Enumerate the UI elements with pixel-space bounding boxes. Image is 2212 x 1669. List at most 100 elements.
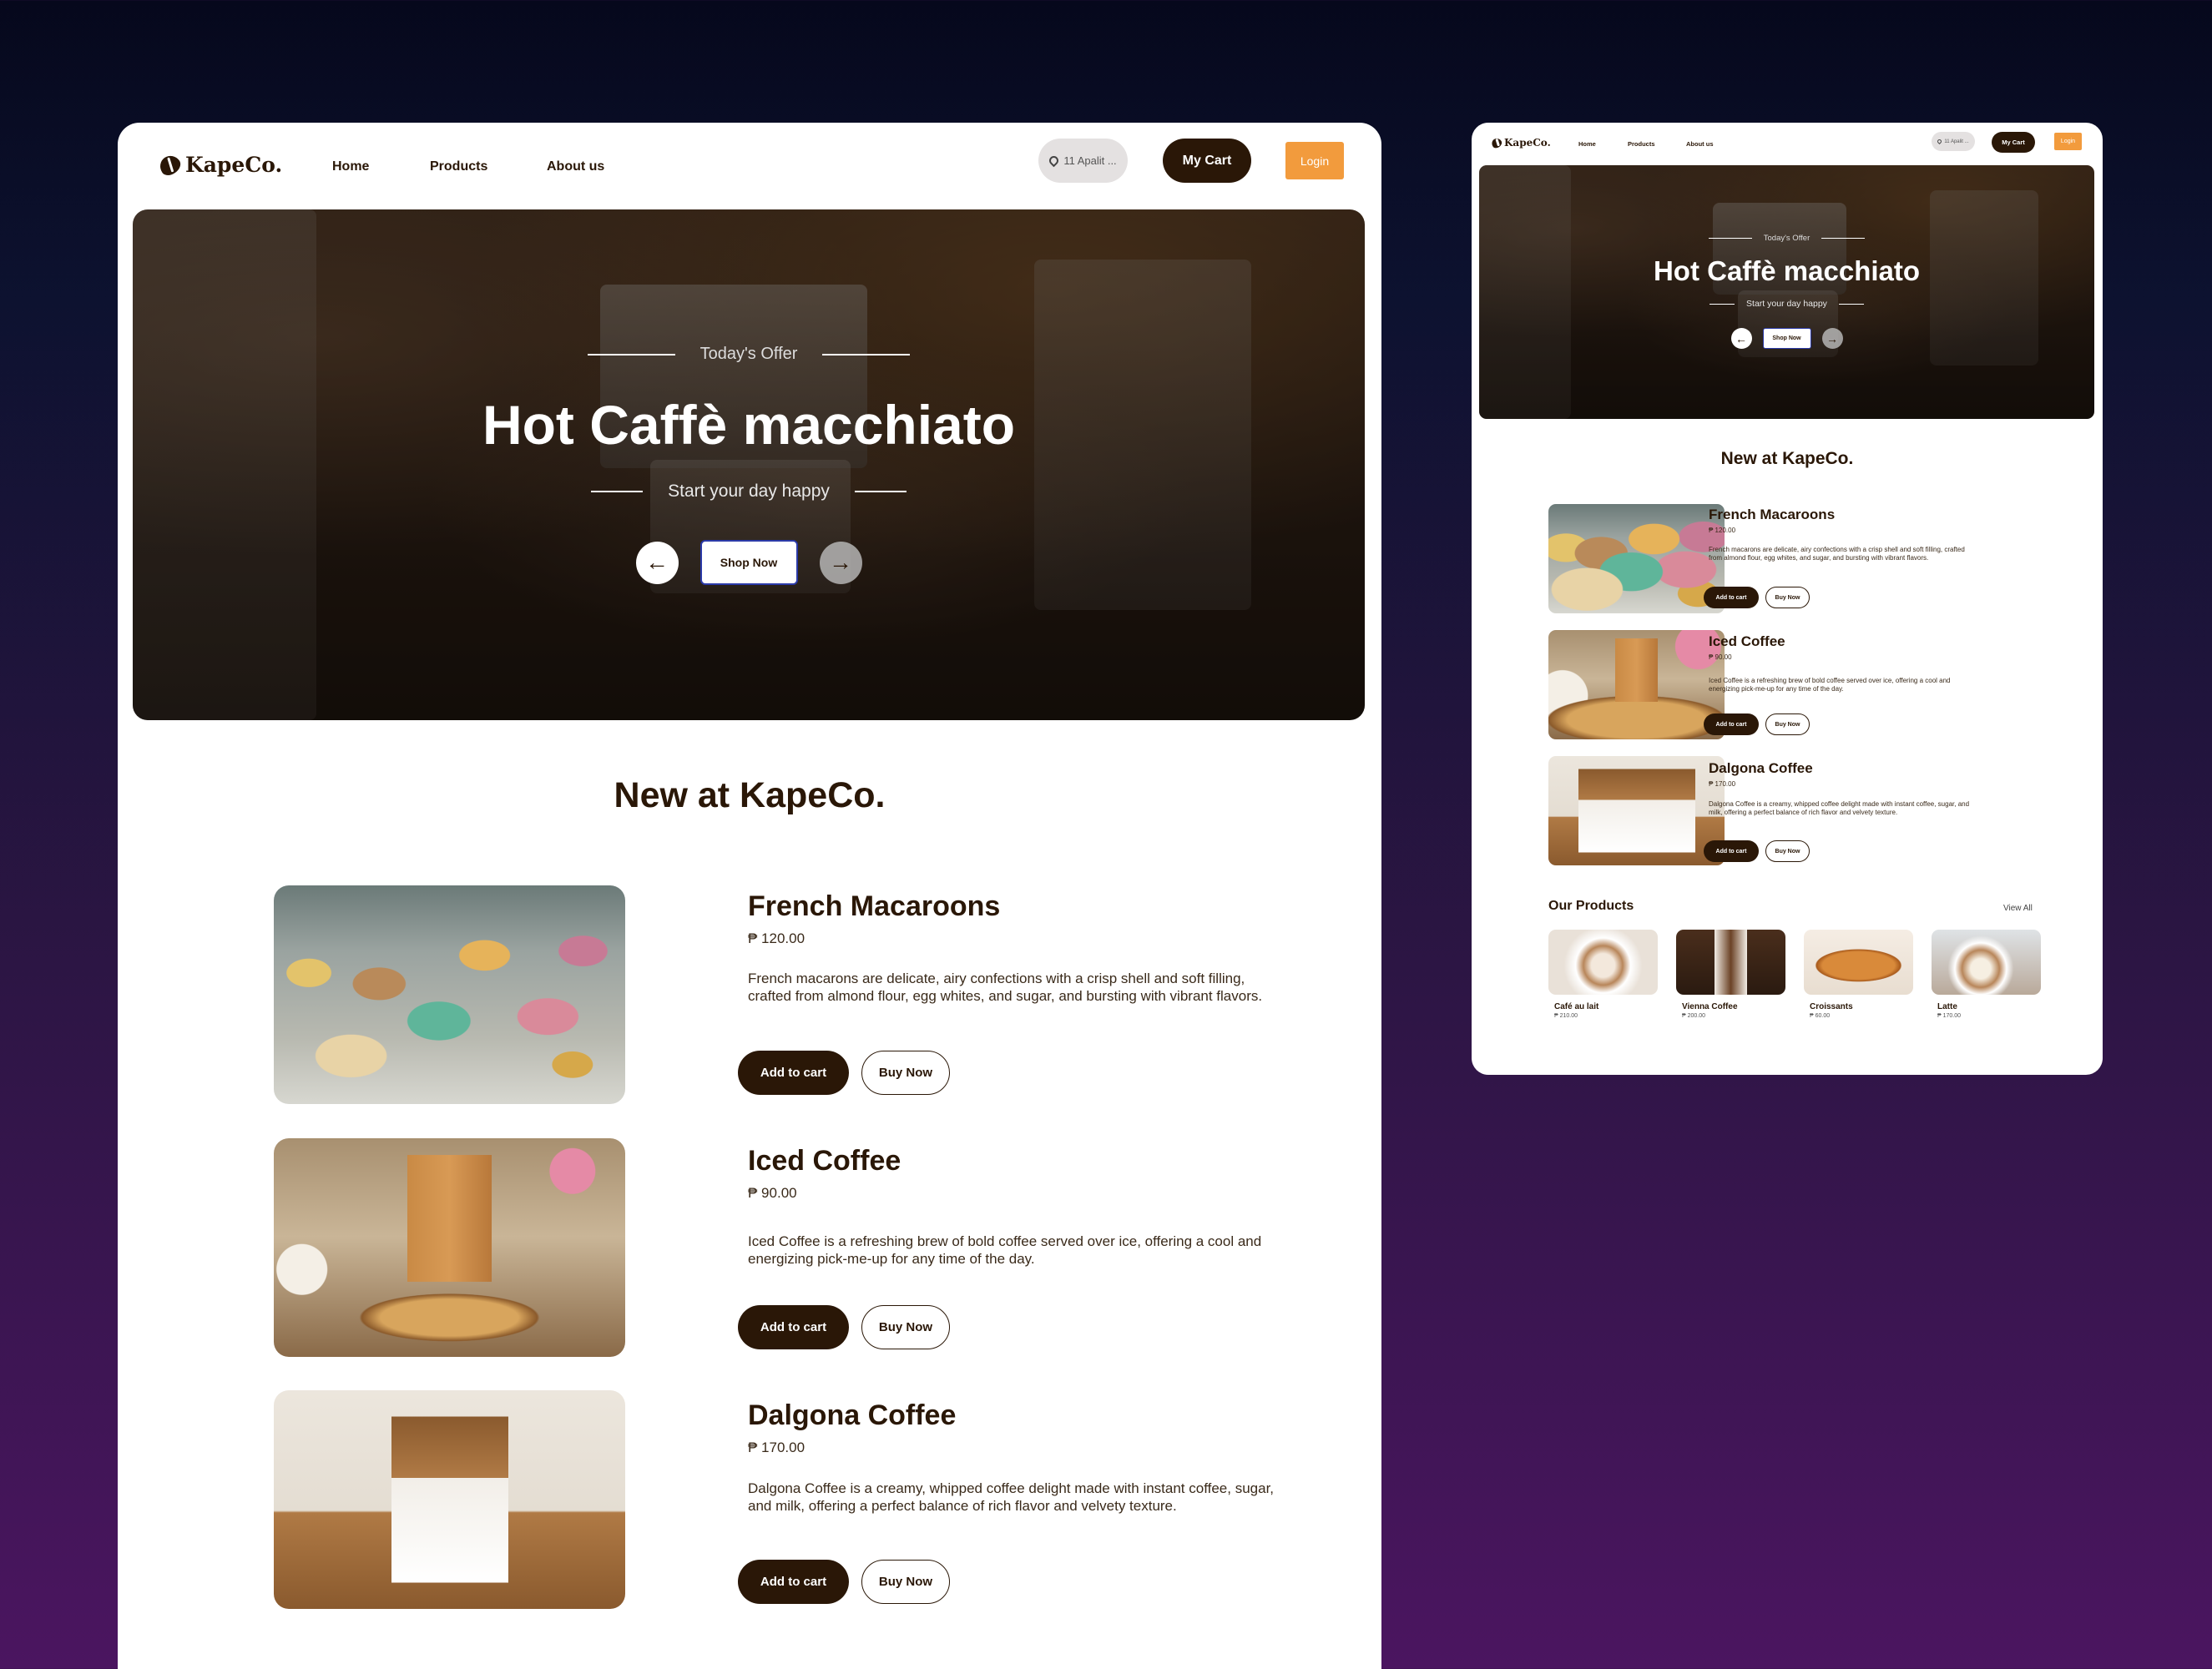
new-section-title: New at KapeCo. [614, 775, 886, 815]
location-selector[interactable]: 11 Apalit ... [1038, 139, 1128, 183]
iced-coffee-image [1548, 630, 1725, 739]
divider-line [1710, 303, 1735, 305]
location-selector[interactable]: 11 Apalit ... [1932, 132, 1975, 151]
card-name: Vienna Coffee [1682, 1002, 1738, 1011]
location-pin-icon [1937, 138, 1943, 145]
add-to-cart-button[interactable]: Add to cart [738, 1305, 849, 1349]
card-name: Croissants [1810, 1002, 1853, 1011]
login-button[interactable]: Login [1285, 142, 1344, 179]
arrow-right-icon[interactable]: → [1821, 328, 1843, 349]
hero-banner: Today's Offer Hot Caffè macchiato Start … [1479, 165, 2094, 419]
hero-content: Today's Offer Hot Caffè macchiato Start … [133, 209, 1365, 720]
buy-now-button[interactable]: Buy Now [1765, 840, 1810, 862]
hero-banner: Today's Offer Hot Caffè macchiato Start … [133, 209, 1365, 720]
add-to-cart-button[interactable]: Add to cart [738, 1051, 849, 1095]
divider-line [822, 353, 911, 355]
divider-line [1708, 238, 1752, 239]
cafe-au-lait-image [1548, 930, 1658, 995]
hero-title: Hot Caffè macchiato [482, 394, 1016, 456]
hero-eyebrow: Today's Offer [1763, 234, 1811, 243]
location-text: 11 Apalit ... [1063, 154, 1117, 167]
nav-link-home[interactable]: Home [1578, 140, 1596, 148]
divider-line [1838, 303, 1864, 305]
dalgona-coffee-image [1548, 756, 1725, 865]
arrow-left-icon[interactable]: ← [635, 541, 679, 584]
buy-now-button[interactable]: Buy Now [861, 1051, 950, 1095]
navbar: KapeCo. Home Products About us 11 Apalit… [118, 123, 1381, 206]
location-pin-icon [1048, 154, 1061, 168]
french-macaroons-image [1548, 504, 1725, 613]
hero-title: Hot Caffè macchiato [1653, 255, 1921, 286]
hero-controls: ← Shop Now → [133, 540, 1365, 585]
add-to-cart-button[interactable]: Add to cart [738, 1560, 849, 1604]
nav-link-products[interactable]: Products [430, 159, 487, 174]
add-to-cart-button[interactable]: Add to cart [1704, 840, 1759, 862]
divider-line [591, 491, 644, 492]
card-price: ₱ 60.00 [1810, 1013, 1831, 1019]
nav-link-about[interactable]: About us [547, 159, 604, 174]
hero-eyebrow-row: Today's Offer [1479, 234, 2094, 243]
product-description: Iced Coffee is a refreshing brew of bold… [748, 1233, 1262, 1268]
nav-link-products[interactable]: Products [1628, 140, 1655, 148]
add-to-cart-button[interactable]: Add to cart [1704, 587, 1759, 608]
buy-now-button[interactable]: Buy Now [1765, 713, 1810, 735]
desktop-mockup-small: KapeCo. Home Products About us 11 Apalit… [1472, 123, 2103, 1075]
product-price: ₱ 90.00 [748, 1185, 797, 1201]
brand-logo[interactable]: KapeCo. [1489, 136, 1551, 149]
product-card[interactable]: Café au lait ₱ 210.00 [1548, 930, 1658, 1019]
divider-line [1821, 238, 1866, 239]
hero-controls: ← Shop Now → [1479, 328, 2094, 349]
latte-image [1932, 930, 2041, 995]
card-price: ₱ 210.00 [1554, 1013, 1578, 1019]
arrow-left-icon[interactable]: ← [1730, 328, 1752, 349]
card-price: ₱ 170.00 [1937, 1013, 1962, 1019]
login-button[interactable]: Login [2054, 133, 2082, 150]
product-name: Iced Coffee [1709, 633, 1785, 649]
hero-content: Today's Offer Hot Caffè macchiato Start … [1479, 165, 2094, 419]
coffee-bean-icon [155, 151, 184, 179]
product-description: Dalgona Coffee is a creamy, whipped coff… [748, 1480, 1275, 1515]
new-section-title: New at KapeCo. [1720, 449, 1854, 468]
shop-now-button[interactable]: Shop Now [1762, 328, 1811, 349]
card-name: Latte [1937, 1002, 1957, 1011]
card-name: Café au lait [1554, 1002, 1599, 1011]
product-description: Iced Coffee is a refreshing brew of bold… [1709, 677, 1951, 693]
brand-logo[interactable]: KapeCo. [155, 151, 283, 179]
view-all-link[interactable]: View All [2003, 904, 2033, 913]
my-cart-button[interactable]: My Cart [1992, 132, 2035, 153]
location-text: 11 Apalit ... [1944, 139, 1969, 144]
shop-now-button[interactable]: Shop Now [699, 540, 798, 585]
nav-link-about[interactable]: About us [1686, 140, 1714, 148]
coffee-bean-icon [1489, 136, 1504, 149]
croissants-image [1804, 930, 1913, 995]
product-price: ₱ 170.00 [748, 1440, 806, 1455]
product-price: ₱ 170.00 [1709, 780, 1736, 788]
product-name: French Macaroons [1709, 507, 1836, 522]
hero-eyebrow: Today's Offer [699, 345, 798, 363]
buy-now-button[interactable]: Buy Now [861, 1305, 950, 1349]
product-card[interactable]: Vienna Coffee ₱ 200.00 [1676, 930, 1785, 1019]
add-to-cart-button[interactable]: Add to cart [1704, 713, 1759, 735]
vienna-coffee-image [1676, 930, 1785, 995]
product-price: ₱ 120.00 [1709, 527, 1736, 534]
hero-subtitle-row: Start your day happy [1479, 299, 2094, 309]
dalgona-coffee-image [274, 1390, 625, 1609]
french-macaroons-image [274, 885, 625, 1104]
arrow-right-icon[interactable]: → [819, 541, 862, 584]
our-products-title: Our Products [1548, 899, 1634, 913]
product-card[interactable]: Croissants ₱ 60.00 [1804, 930, 1913, 1019]
hero-subtitle: Start your day happy [1746, 299, 1827, 309]
hero-subtitle-row: Start your day happy [133, 482, 1365, 502]
divider-line [854, 491, 907, 492]
my-cart-button[interactable]: My Cart [1163, 139, 1251, 183]
buy-now-button[interactable]: Buy Now [861, 1560, 950, 1604]
brand-name: KapeCo. [185, 153, 283, 177]
nav-link-home[interactable]: Home [332, 159, 369, 174]
desktop-mockup-large: KapeCo. Home Products About us 11 Apalit… [118, 123, 1381, 1669]
product-description: French macarons are delicate, airy confe… [748, 971, 1263, 1005]
product-name: Iced Coffee [748, 1145, 901, 1177]
buy-now-button[interactable]: Buy Now [1765, 587, 1810, 608]
navbar: KapeCo. Home Products About us 11 Apalit… [1472, 123, 2103, 164]
product-card[interactable]: Latte ₱ 170.00 [1932, 930, 2041, 1019]
product-name: Dalgona Coffee [748, 1399, 957, 1431]
